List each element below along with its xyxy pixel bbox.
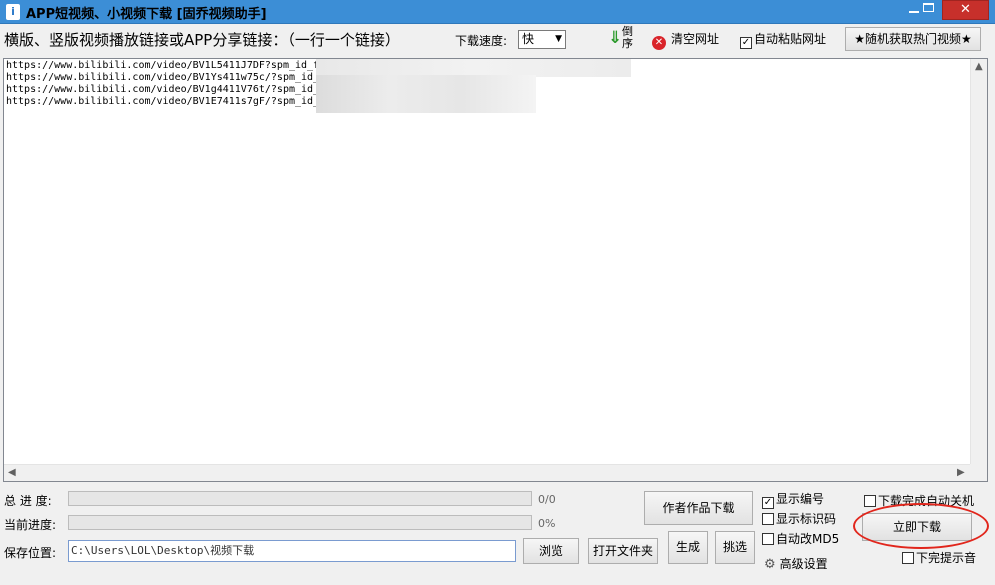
vertical-scrollbar[interactable]: ▲	[970, 59, 987, 465]
link-input-hint: 横版、竖版视频播放链接或APP分享链接：（一行一个链接）	[4, 31, 400, 49]
open-folder-button[interactable]: 打开文件夹	[588, 538, 658, 564]
link-line: https://www.bilibili.com/video/BV1Ys411w…	[6, 72, 320, 83]
total-progress-bar	[68, 491, 532, 506]
close-button[interactable]: ✕	[942, 0, 989, 20]
gear-icon: ⚙	[764, 557, 776, 572]
browse-button[interactable]: 浏览	[523, 538, 579, 564]
author-works-download-button[interactable]: 作者作品下载	[644, 491, 753, 525]
scroll-up-icon[interactable]: ▲	[975, 61, 983, 72]
maximize-icon	[922, 3, 934, 12]
auto-shutdown-checkbox[interactable]: 下载完成自动关机	[864, 492, 974, 509]
completion-sound-check-icon	[902, 552, 914, 564]
completion-sound-checkbox[interactable]: 下完提示音	[902, 549, 976, 566]
clear-urls-button[interactable]: ✕ 清空网址	[652, 30, 720, 50]
pixelated-redaction	[316, 75, 536, 113]
link-line: https://www.bilibili.com/video/BV1L5411J…	[6, 60, 320, 71]
current-progress-text: 0%	[538, 517, 556, 530]
current-progress-bar	[68, 515, 532, 530]
advanced-settings-link[interactable]: ⚙ 高级设置	[764, 555, 828, 572]
save-path-input[interactable]: C:\Users\LOL\Desktop\视频下载	[68, 540, 516, 562]
show-id-label: 显示标识码	[776, 512, 837, 526]
reverse-order-button[interactable]: ⇓ 倒序	[608, 26, 638, 52]
reverse-order-label: 倒序	[622, 25, 633, 50]
show-id-checkbox[interactable]: 显示标识码	[762, 510, 836, 527]
random-hot-videos-button[interactable]: ★随机获取热门视频★	[845, 27, 981, 51]
window-title: APP短视频、小视频下载 [固乔视频助手]	[26, 7, 267, 22]
download-now-button[interactable]: 立即下载	[862, 513, 972, 541]
link-line: https://www.bilibili.com/video/BV1g4411V…	[6, 84, 320, 95]
auto-md5-label: 自动改MD5	[776, 532, 840, 546]
generate-button[interactable]: 生成	[668, 531, 708, 564]
speed-label: 下载速度:	[455, 34, 508, 48]
clear-urls-label: 清空网址	[671, 32, 720, 46]
scroll-right-icon[interactable]: ▶	[957, 467, 965, 478]
speed-select[interactable]: 快 ▼	[518, 30, 566, 49]
links-list: https://www.bilibili.com/video/BV1L5411J…	[6, 60, 319, 108]
auto-paste-check-icon: ✓	[740, 37, 752, 49]
auto-md5-check-icon	[762, 533, 774, 545]
auto-paste-label: 自动粘贴网址	[754, 32, 827, 46]
auto-shutdown-check-icon	[864, 495, 876, 507]
link-line: https://www.bilibili.com/video/BV1E7411s…	[6, 96, 320, 107]
completion-sound-label: 下完提示音	[916, 551, 977, 565]
show-id-check-icon	[762, 513, 774, 525]
links-textarea[interactable]: https://www.bilibili.com/video/BV1L5411J…	[3, 58, 988, 482]
scroll-left-icon[interactable]: ◀	[8, 467, 16, 478]
auto-md5-checkbox[interactable]: 自动改MD5	[762, 530, 839, 547]
horizontal-scrollbar[interactable]: ◀ ▶	[4, 464, 971, 481]
current-progress-label: 当前进度:	[4, 518, 57, 532]
save-location-label: 保存位置:	[4, 546, 57, 560]
scroll-corner	[970, 464, 987, 481]
auto-paste-checkbox[interactable]: ✓ 自动粘贴网址	[740, 30, 826, 49]
speed-value: 快	[522, 32, 535, 46]
arrow-down-icon: ⇓	[608, 28, 623, 48]
show-number-label: 显示编号	[776, 492, 825, 506]
auto-shutdown-label: 下载完成自动关机	[878, 494, 975, 508]
advanced-settings-label: 高级设置	[779, 557, 828, 571]
total-progress-label: 总 进 度:	[4, 494, 52, 508]
chevron-down-icon: ▼	[555, 34, 562, 44]
total-progress-text: 0/0	[538, 493, 556, 506]
info-app-icon: i	[6, 4, 20, 20]
show-number-check-icon: ✓	[762, 497, 774, 509]
clear-icon: ✕	[652, 36, 666, 50]
show-number-checkbox[interactable]: ✓ 显示编号	[762, 490, 824, 509]
pick-button[interactable]: 挑选	[715, 531, 755, 564]
close-icon: ✕	[960, 2, 971, 17]
maximize-button[interactable]	[914, 0, 942, 20]
